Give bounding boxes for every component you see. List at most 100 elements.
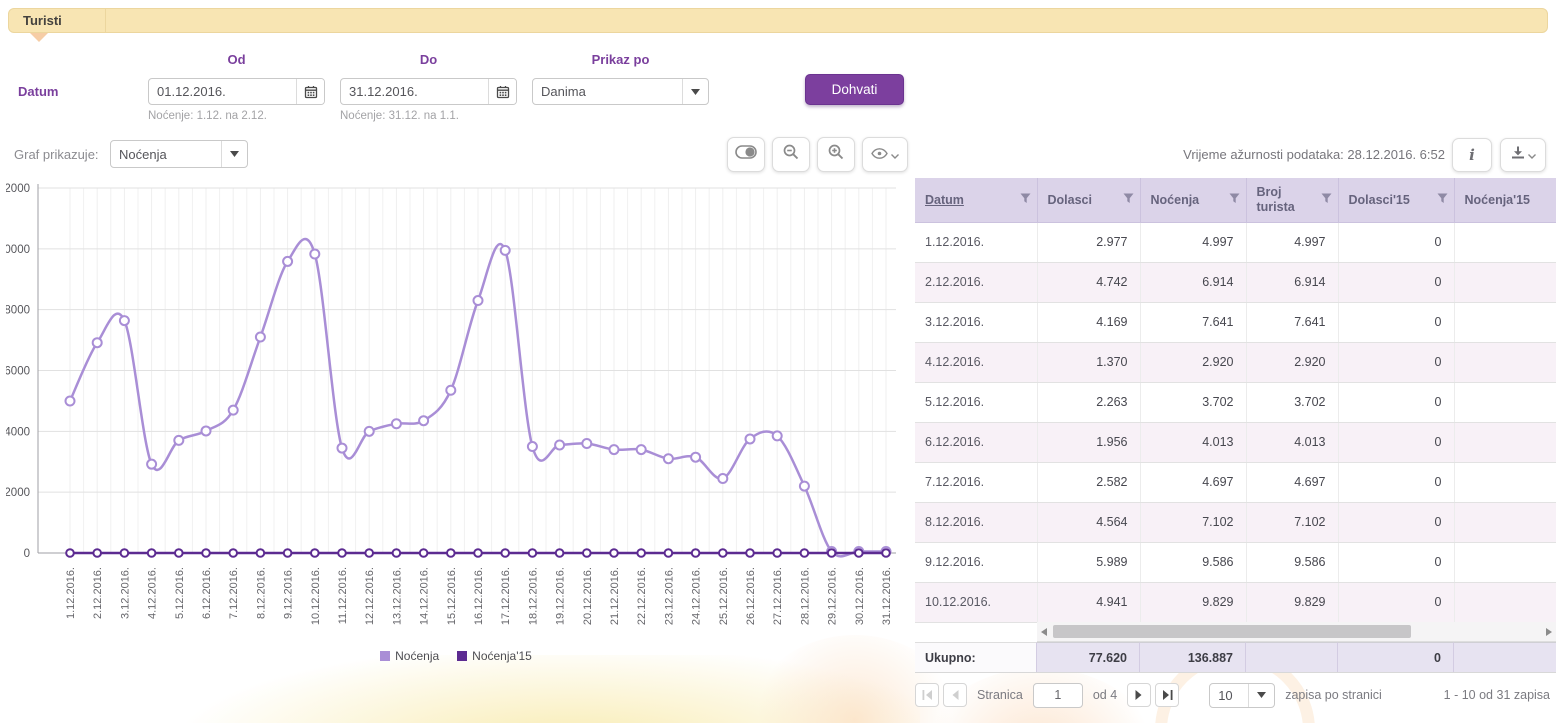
table-row[interactable]: 4.12.2016.1.3702.9202.9200 xyxy=(915,342,1556,382)
cell-dolasci: 4.941 xyxy=(1037,582,1140,622)
column-header-dolasci[interactable]: Dolasci xyxy=(1037,178,1140,222)
table-row[interactable]: 10.12.2016.4.9419.8299.8290 xyxy=(915,582,1556,622)
data-point xyxy=(855,549,863,557)
cell-nocenja: 9.829 xyxy=(1140,582,1246,622)
calendar-icon[interactable] xyxy=(296,79,324,104)
svg-text:21.12.2016.: 21.12.2016. xyxy=(609,567,621,625)
table-row[interactable]: 9.12.2016.5.9899.5869.5860 xyxy=(915,542,1556,582)
cell-datum: 9.12.2016. xyxy=(915,542,1037,582)
table-row[interactable]: 1.12.2016.2.9774.9974.9970 xyxy=(915,222,1556,262)
cell-nocenja15 xyxy=(1454,342,1556,382)
data-point xyxy=(583,549,591,557)
filter-icon[interactable] xyxy=(1437,193,1448,207)
data-point xyxy=(147,460,156,469)
data-point xyxy=(283,257,292,266)
cell-broj: 6.914 xyxy=(1246,262,1338,302)
cell-nocenja15 xyxy=(1454,422,1556,462)
date-to-input[interactable] xyxy=(341,79,488,104)
filter-icon[interactable] xyxy=(1229,193,1240,207)
last-page-button[interactable] xyxy=(1155,683,1179,707)
column-header-datum[interactable]: Datum xyxy=(915,178,1037,222)
table-header-row: DatumDolasciNoćenjaBroj turistaDolasci'1… xyxy=(915,178,1556,222)
page-number-input[interactable] xyxy=(1033,683,1083,708)
data-point xyxy=(474,549,482,557)
column-header-dolasci15[interactable]: Dolasci'15 xyxy=(1338,178,1454,222)
data-point xyxy=(420,549,428,557)
scroll-left-icon[interactable] xyxy=(1039,627,1049,637)
graf-prikazuje-select[interactable]: Noćenja xyxy=(110,140,248,168)
page-size-select[interactable]: 10 xyxy=(1209,683,1275,708)
table-row[interactable]: 3.12.2016.4.1697.6417.6410 xyxy=(915,302,1556,342)
svg-text:12.12.2016.: 12.12.2016. xyxy=(364,567,376,625)
table-row[interactable]: 2.12.2016.4.7426.9146.9140 xyxy=(915,262,1556,302)
legend-item[interactable]: Noćenja xyxy=(380,649,439,663)
cell-broj: 7.641 xyxy=(1246,302,1338,342)
table-body: 1.12.2016.2.9774.9974.99702.12.2016.4.74… xyxy=(915,222,1556,622)
data-point xyxy=(121,549,129,557)
total-dolasci: 77.620 xyxy=(1037,642,1140,672)
calendar-icon[interactable] xyxy=(488,79,516,104)
table-row[interactable]: 8.12.2016.4.5647.1027.1020 xyxy=(915,502,1556,542)
svg-text:8.12.2016.: 8.12.2016. xyxy=(255,567,267,619)
svg-text:22.12.2016.: 22.12.2016. xyxy=(636,567,648,625)
chart-toggle-button[interactable] xyxy=(727,137,765,172)
filter-icon[interactable] xyxy=(1123,193,1134,207)
svg-text:19.12.2016.: 19.12.2016. xyxy=(555,567,567,625)
info-button[interactable]: i xyxy=(1452,138,1492,172)
zoom-in-icon xyxy=(828,144,844,165)
total-broj-turista xyxy=(1246,642,1338,672)
data-point xyxy=(610,445,619,454)
svg-text:7.12.2016.: 7.12.2016. xyxy=(228,567,240,619)
horizontal-scrollbar[interactable] xyxy=(1037,622,1556,642)
previous-page-button[interactable] xyxy=(943,683,967,707)
table-row[interactable]: 6.12.2016.1.9564.0134.0130 xyxy=(915,422,1556,462)
column-header-nocenja[interactable]: Noćenja xyxy=(1140,178,1246,222)
data-point xyxy=(528,442,537,451)
dohvati-button[interactable]: Dohvati xyxy=(805,74,904,105)
data-point xyxy=(746,434,755,443)
download-button[interactable] xyxy=(1500,138,1546,172)
table-row[interactable]: 5.12.2016.2.2633.7023.7020 xyxy=(915,382,1556,422)
chart-zoom-out-button[interactable] xyxy=(772,137,810,172)
cell-dolasci: 2.582 xyxy=(1037,462,1140,502)
legend-item[interactable]: Noćenja'15 xyxy=(457,649,532,663)
cell-nocenja: 3.702 xyxy=(1140,382,1246,422)
data-point xyxy=(310,250,319,259)
chevron-down-icon[interactable] xyxy=(1248,684,1274,707)
cell-broj: 9.586 xyxy=(1246,542,1338,582)
column-label: Noćenja'15 xyxy=(1465,193,1531,207)
chevron-down-icon[interactable] xyxy=(221,141,247,167)
tab-turisti[interactable]: Turisti xyxy=(23,13,62,28)
scrollbar-thumb[interactable] xyxy=(1053,625,1411,638)
next-page-button[interactable] xyxy=(1127,683,1151,707)
filter-icon[interactable] xyxy=(1321,193,1332,207)
svg-text:9.12.2016.: 9.12.2016. xyxy=(283,567,295,619)
info-icon: i xyxy=(1469,146,1475,164)
data-point xyxy=(773,431,782,440)
chart-zoom-in-button[interactable] xyxy=(817,137,855,172)
chart-visibility-button[interactable] xyxy=(862,137,908,172)
chevron-down-icon[interactable] xyxy=(682,79,708,104)
date-to-field xyxy=(340,78,517,105)
table-row[interactable]: 7.12.2016.2.5824.6974.6970 xyxy=(915,462,1556,502)
first-page-button[interactable] xyxy=(915,683,939,707)
date-from-field xyxy=(148,78,325,105)
data-point xyxy=(773,549,781,557)
data-point xyxy=(257,549,265,557)
line-chart[interactable]: 0200040006000800010000120001.12.2016.2.1… xyxy=(6,180,908,649)
data-point xyxy=(692,549,700,557)
app-screen: Turisti Od Do Prikaz po Datum Danima Noć… xyxy=(0,0,1556,723)
cell-dolasci: 1.956 xyxy=(1037,422,1140,462)
cell-dolasci15: 0 xyxy=(1338,302,1454,342)
svg-text:31.12.2016.: 31.12.2016. xyxy=(881,567,893,625)
filter-icon[interactable] xyxy=(1020,193,1031,207)
data-point xyxy=(174,436,183,445)
column-header-nocenja15[interactable]: Noćenja'15 xyxy=(1454,178,1556,222)
prikaz-po-select[interactable]: Danima xyxy=(532,78,709,105)
data-point xyxy=(446,386,455,395)
date-from-input[interactable] xyxy=(149,79,296,104)
data-point xyxy=(202,426,211,435)
data-point xyxy=(256,332,265,341)
column-header-broj[interactable]: Broj turista xyxy=(1246,178,1338,222)
scroll-right-icon[interactable] xyxy=(1544,627,1554,637)
